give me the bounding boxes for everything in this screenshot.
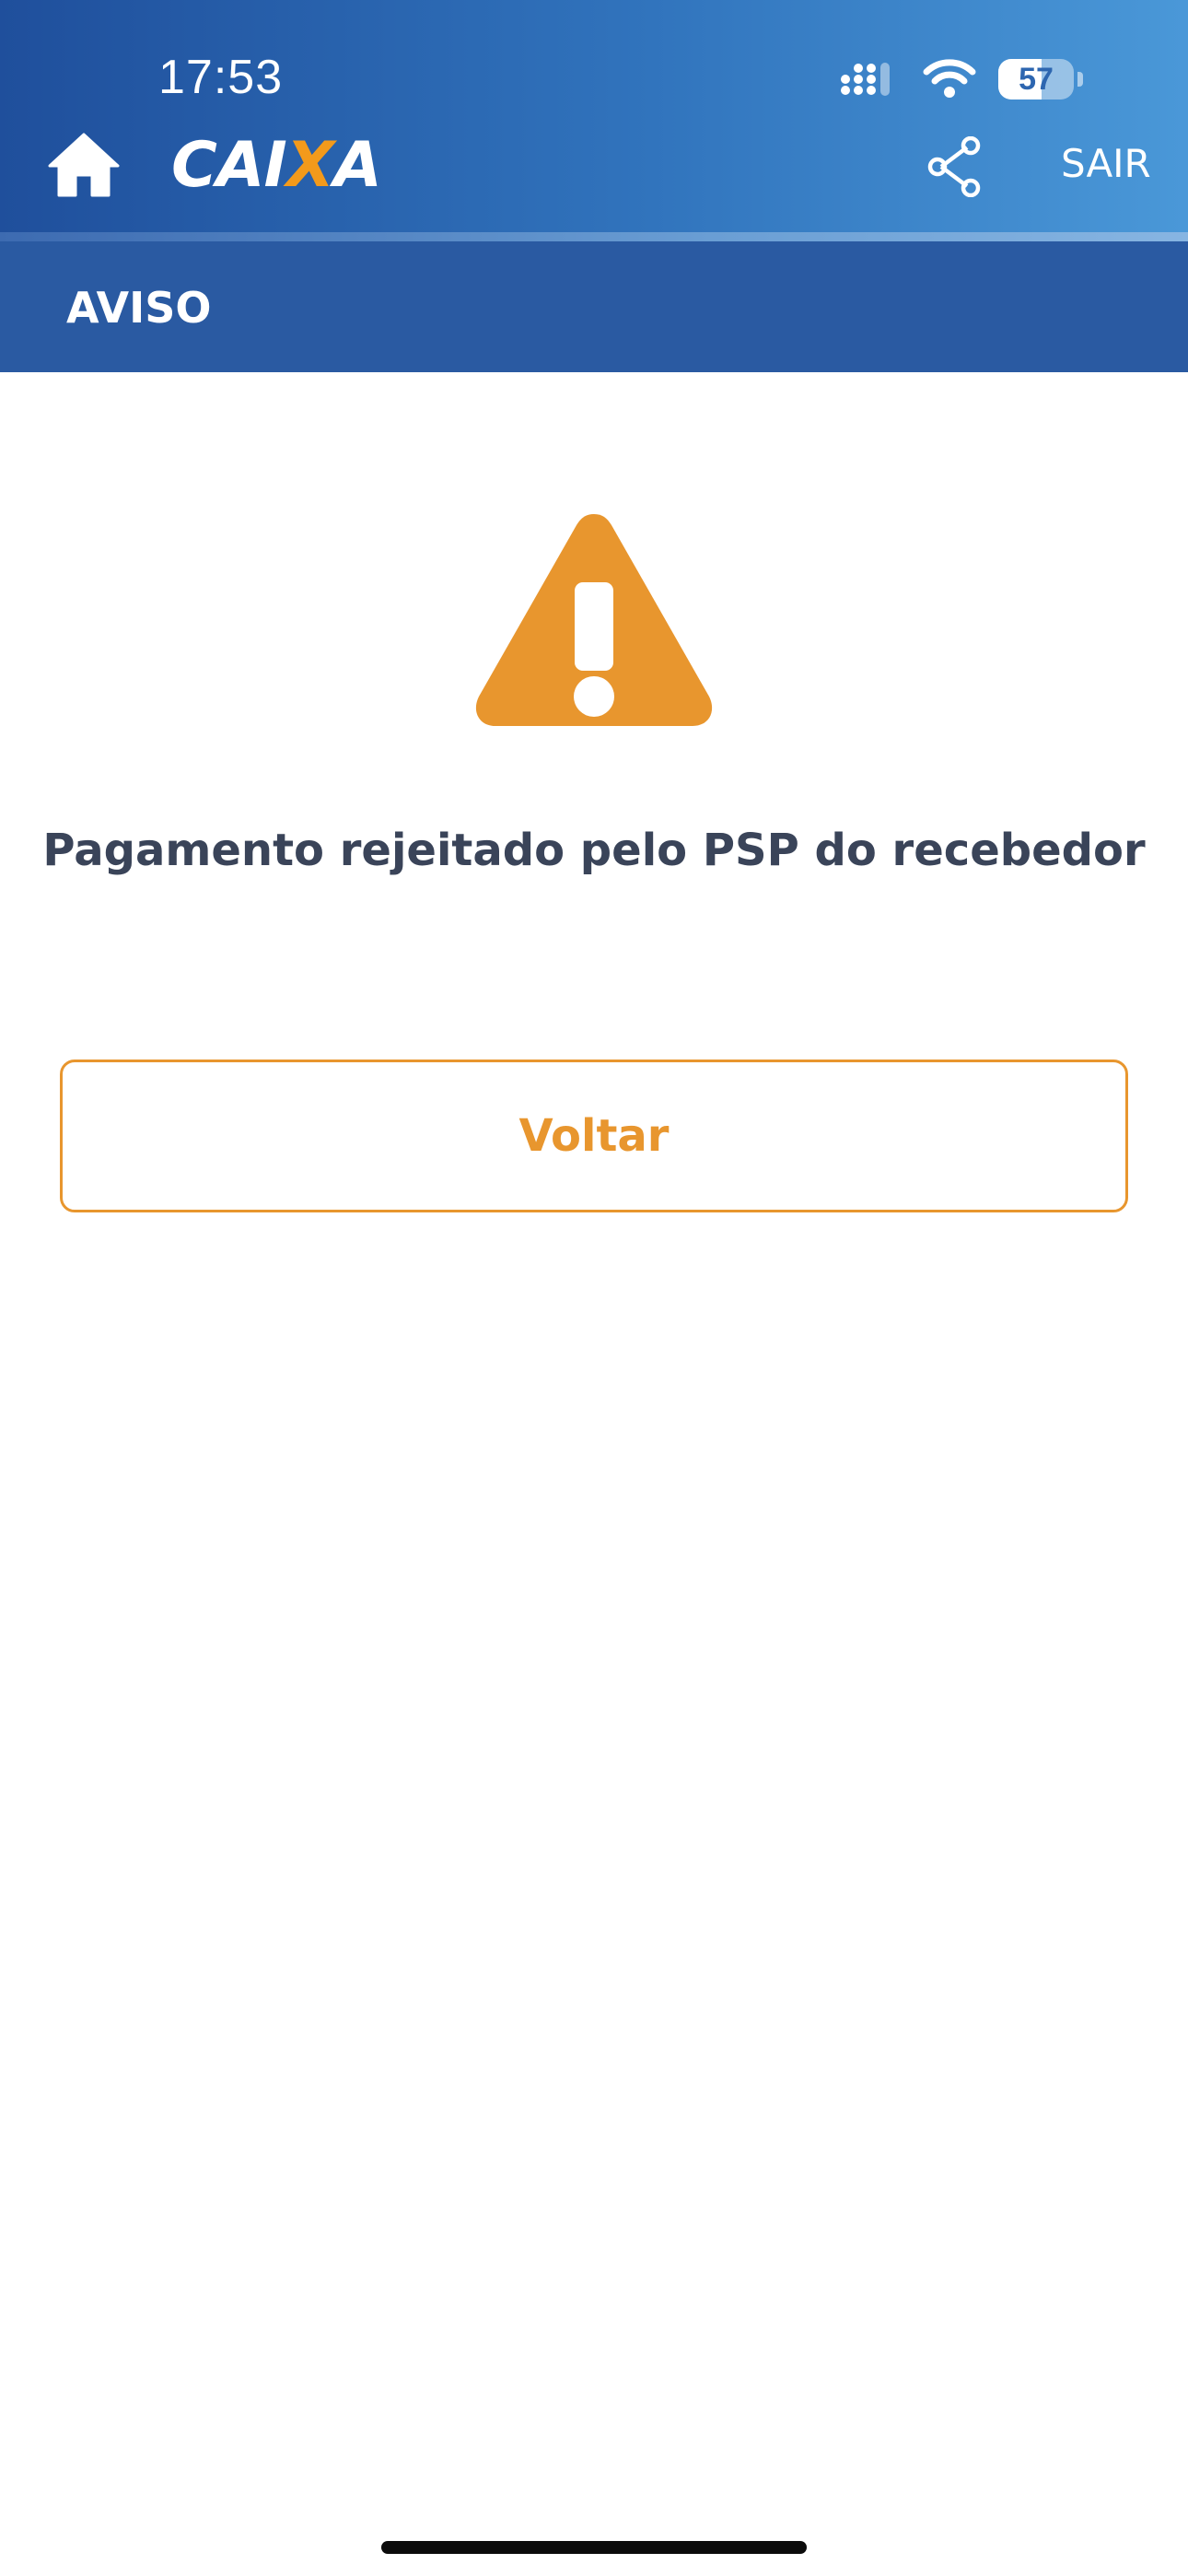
brand-logo-part: CAI [171,129,287,202]
battery-tip [1077,72,1083,87]
share-icon[interactable] [926,136,982,197]
home-indicator[interactable] [381,2541,807,2554]
brand-logo: CAIXA [171,127,382,205]
header-divider [0,232,1188,241]
battery-icon: 57 [998,59,1074,100]
status-time: 17:53 [158,51,284,104]
back-button-label: Voltar [518,1110,670,1162]
warning-icon [475,514,713,726]
back-button[interactable]: Voltar [60,1060,1128,1212]
app-screen: 17:53 57 CAIXA SAIR AVISO Pagamento reje… [0,0,1188,2576]
app-header: 17:53 57 CAIXA SAIR [0,0,1188,232]
home-icon[interactable] [46,131,122,197]
brand-logo-x: X [285,129,334,202]
page-title: AVISO [66,283,212,333]
exit-button[interactable]: SAIR [1061,140,1151,188]
title-bar: AVISO [0,241,1188,372]
notice-message: Pagamento rejeitado pelo PSP do recebedo… [42,825,1146,876]
wifi-icon [923,59,976,98]
battery-level: 57 [1019,62,1054,97]
brand-logo-part: A [333,129,382,202]
signal-icon [841,63,890,96]
